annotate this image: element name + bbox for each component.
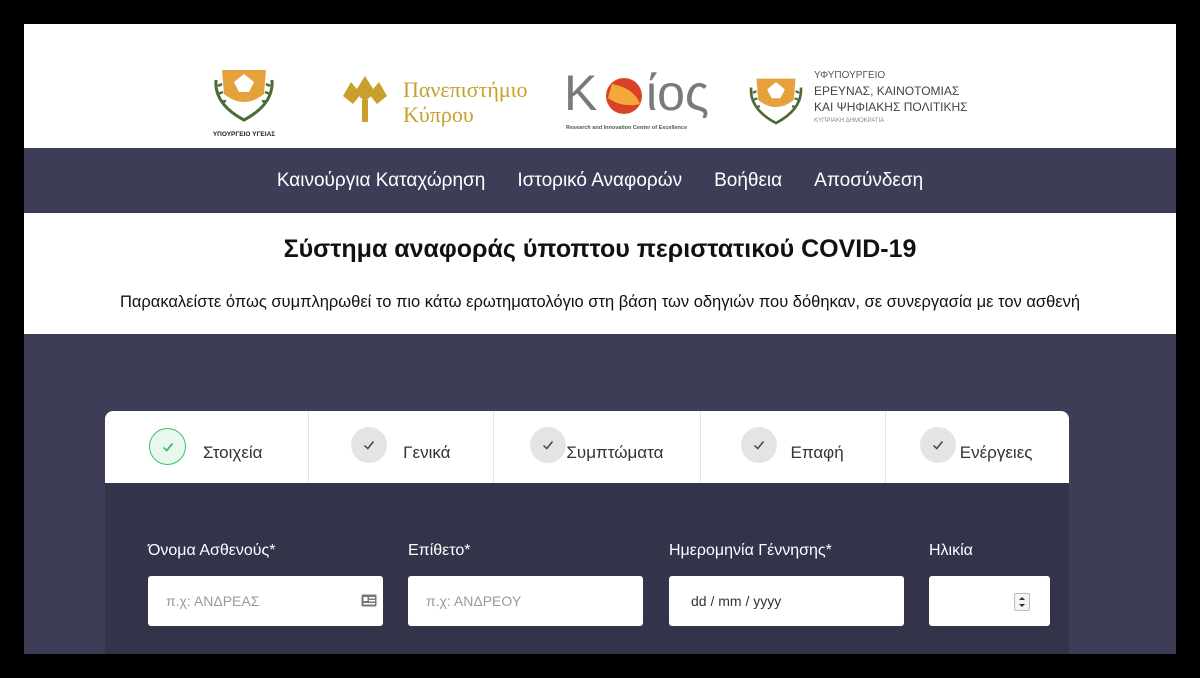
koios-logo: K ίος Research and Innovation Center of … bbox=[564, 65, 736, 131]
age-input[interactable] bbox=[929, 576, 1020, 626]
check-icon bbox=[149, 428, 186, 465]
last-name-field bbox=[408, 576, 643, 626]
university-cyprus-logo: Πανεπιστήμιο Κύπρου bbox=[339, 72, 555, 128]
tab-actions[interactable]: Ενέργειες bbox=[886, 411, 1069, 483]
ministry-health-logo: ΥΠΟΥΡΓΕΙΟ ΥΓΕΙΑΣ bbox=[208, 64, 280, 140]
research-ministry-line1: ΥΦΥΠΟΥΡΓΕΙΟ bbox=[814, 70, 886, 81]
last-name-label: Επίθετο* bbox=[408, 542, 471, 559]
research-ministry-line2: ΕΡΕΥΝΑΣ, ΚΑΙΝΟΤΟΜΙΑΣ bbox=[814, 84, 960, 98]
check-icon bbox=[530, 427, 567, 463]
tab-symptoms[interactable]: Συμπτώματα bbox=[494, 411, 701, 483]
nav-help[interactable]: Βοήθεια bbox=[714, 170, 782, 192]
svg-text:K: K bbox=[564, 68, 597, 118]
title-section: Σύστημα αναφοράς ύποπτου περιστατικού CO… bbox=[24, 213, 1176, 334]
last-name-input[interactable] bbox=[408, 576, 591, 626]
dob-placeholder: dd / mm / yyyy bbox=[691, 593, 782, 609]
svg-text:ίος: ίος bbox=[646, 68, 709, 118]
step-tabs: Στοιχεία Γενικά Συμπτώματα Επαφή Ενέργει… bbox=[105, 411, 1069, 483]
page-frame: ΥΠΟΥΡΓΕΙΟ ΥΓΕΙΑΣ Πανεπιστήμιο Κύπρου K ί… bbox=[24, 24, 1176, 654]
coat-of-arms-icon bbox=[214, 70, 274, 122]
tab-label: Στοιχεία bbox=[203, 443, 263, 462]
age-field bbox=[929, 576, 1050, 626]
nav-report-history[interactable]: Ιστορικό Αναφορών bbox=[517, 170, 682, 192]
form-card: Στοιχεία Γενικά Συμπτώματα Επαφή Ενέργει… bbox=[105, 411, 1069, 654]
main-nav: Καινούργια Καταχώρηση Ιστορικό Αναφορών … bbox=[24, 148, 1176, 213]
dob-label: Ημερομηνία Γέννησης* bbox=[669, 542, 832, 559]
koios-wordmark: K ίος bbox=[564, 65, 709, 121]
first-name-label: Όνομα Ασθενούς* bbox=[148, 542, 276, 559]
deputy-ministry-research-logo: ΥΦΥΠΟΥΡΓΕΙΟ ΕΡΕΥΝΑΣ, ΚΑΙΝΟΤΟΜΙΑΣ ΚΑΙ ΨΗΦ… bbox=[744, 68, 984, 136]
nav-logout[interactable]: Αποσύνδεση bbox=[814, 170, 923, 192]
coat-of-arms-icon bbox=[749, 78, 803, 125]
tab-label: Επαφή bbox=[790, 443, 844, 462]
check-icon bbox=[740, 427, 777, 463]
tab-details[interactable]: Στοιχεία bbox=[105, 411, 310, 483]
contact-card-icon bbox=[361, 594, 377, 607]
page-title: Σύστημα αναφοράς ύποπτου περιστατικού CO… bbox=[283, 235, 917, 263]
research-ministry-line3: ΚΑΙ ΨΗΦΙΑΚΗΣ ΠΟΛΙΤΙΚΗΣ bbox=[814, 100, 968, 114]
page-instructions: Παρακαλείστε όπως συμπληρωθεί το πιο κάτ… bbox=[119, 293, 1081, 311]
tab-label: Ενέργειες bbox=[959, 443, 1033, 462]
check-icon bbox=[351, 427, 388, 463]
tab-label: Συμπτώματα bbox=[566, 443, 664, 462]
tab-label: Γενικά bbox=[403, 443, 451, 462]
first-name-field bbox=[148, 576, 383, 626]
tab-contact[interactable]: Επαφή bbox=[701, 411, 886, 483]
logo-bar: ΥΠΟΥΡΓΕΙΟ ΥΓΕΙΑΣ Πανεπιστήμιο Κύπρου K ί… bbox=[24, 24, 1176, 148]
nav-new-entry[interactable]: Καινούργια Καταχώρηση bbox=[277, 170, 486, 192]
university-tree-icon bbox=[343, 76, 387, 122]
first-name-input[interactable] bbox=[148, 576, 331, 626]
university-name-line2: Κύπρου bbox=[403, 102, 474, 127]
university-name-line1: Πανεπιστήμιο bbox=[403, 77, 528, 102]
ministry-health-label: ΥΠΟΥΡΓΕΙΟ ΥΓΕΙΑΣ bbox=[212, 131, 276, 138]
dob-field[interactable]: dd / mm / yyyy bbox=[669, 576, 904, 626]
research-ministry-line4: ΚΥΠΡΙΑΚΗ ΔΗΜΟΚΡΑΤΙΑ bbox=[814, 118, 885, 124]
check-icon bbox=[919, 427, 956, 463]
tab-general[interactable]: Γενικά bbox=[309, 411, 495, 483]
age-label: Ηλικία bbox=[929, 542, 973, 559]
koios-tagline: Research and Innovation Center of Excell… bbox=[566, 125, 688, 131]
number-spinner-icon[interactable] bbox=[1014, 593, 1030, 611]
